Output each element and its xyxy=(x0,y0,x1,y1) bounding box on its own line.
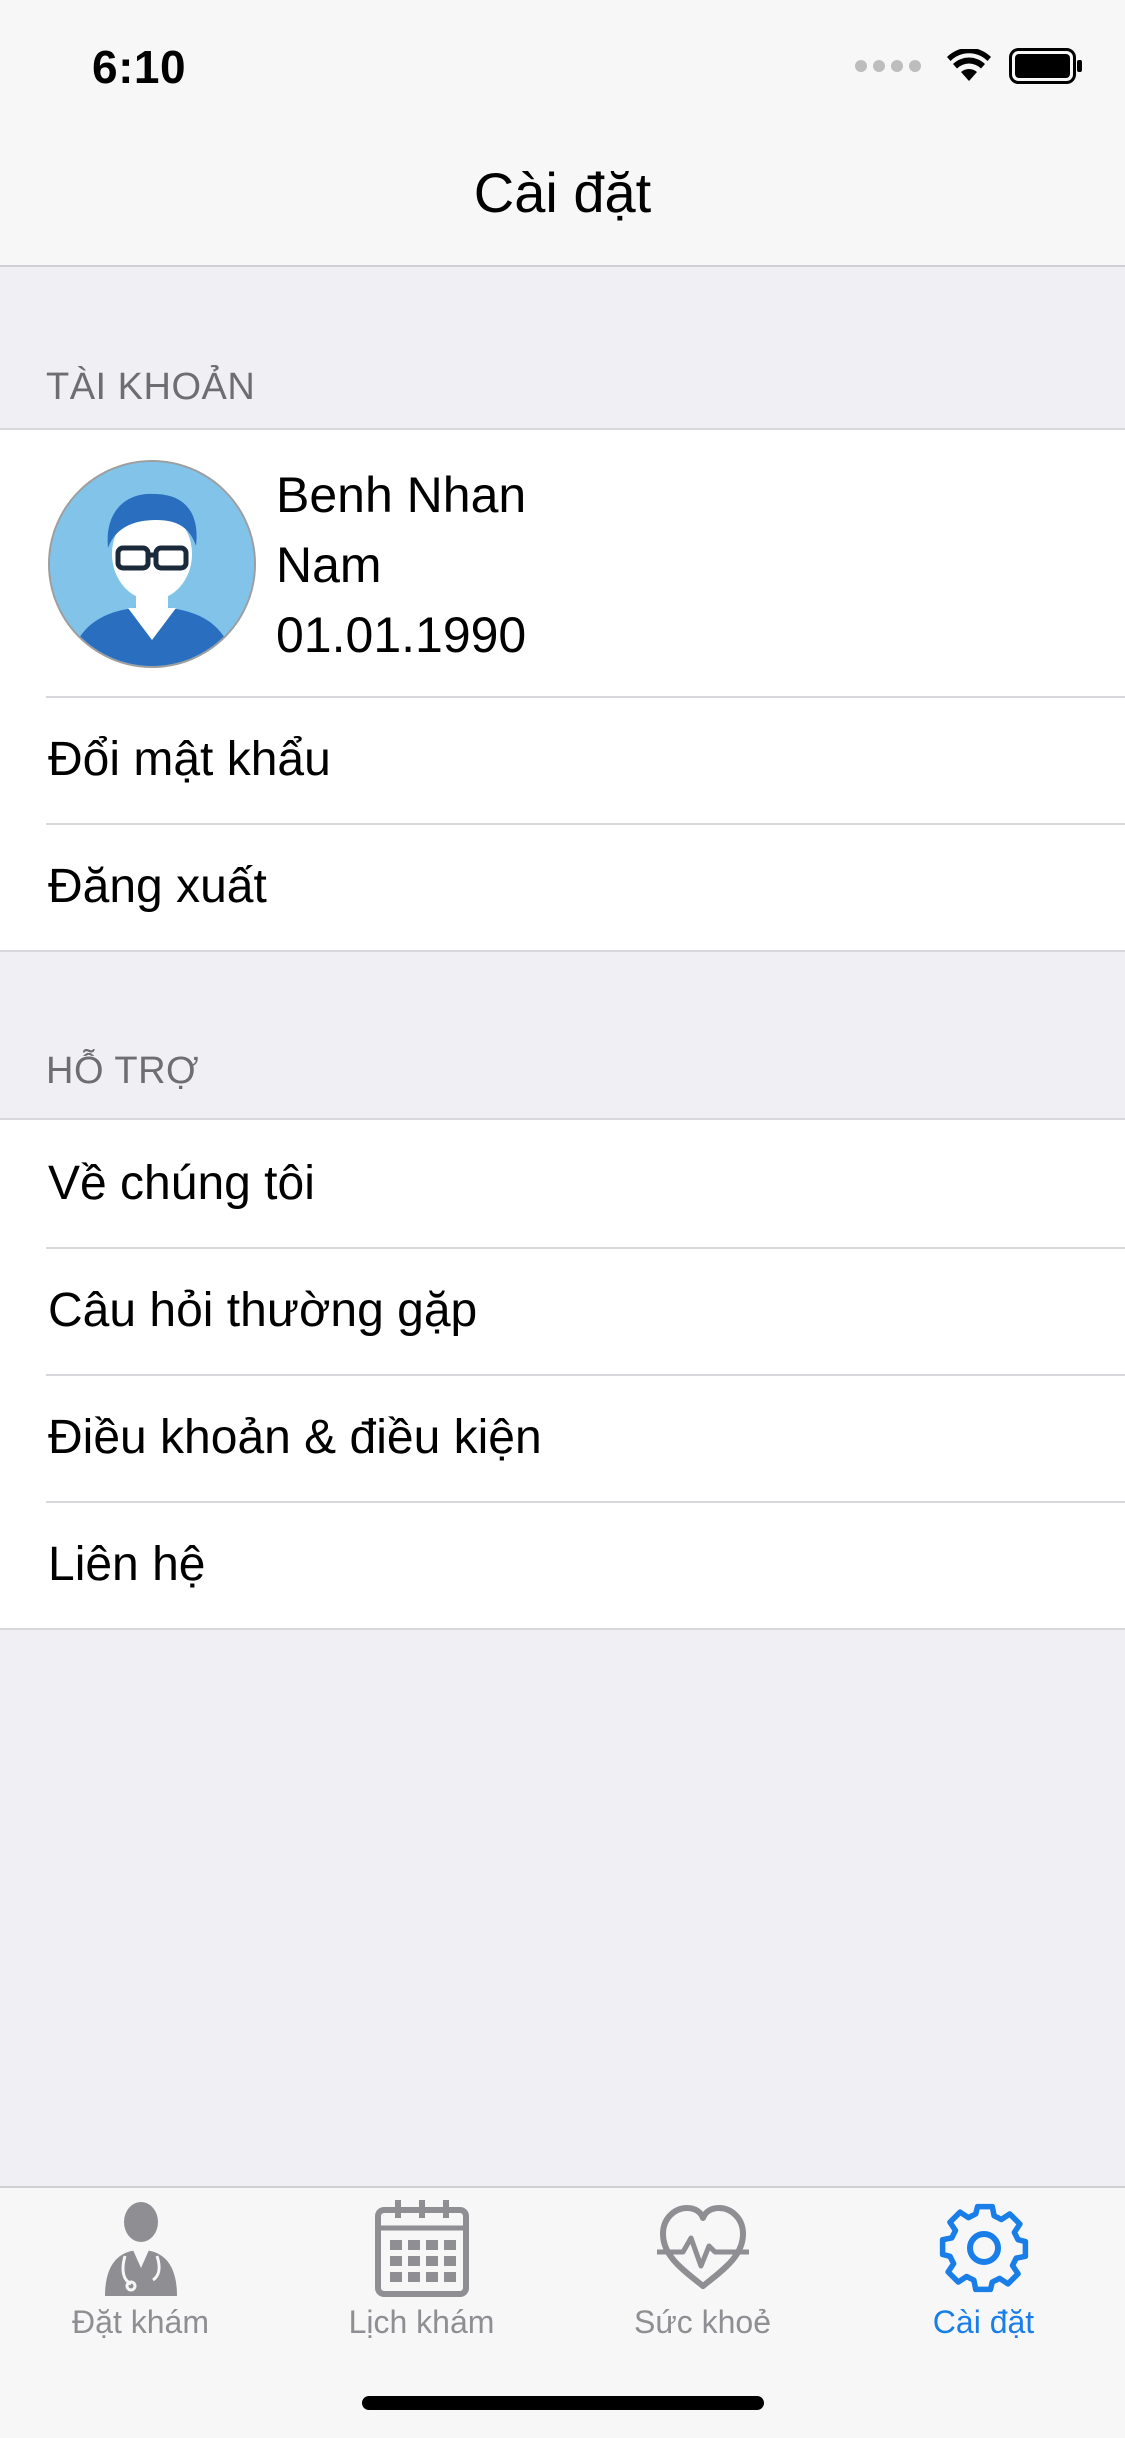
status-icons xyxy=(855,48,1083,84)
profile-info: Benh Nhan Nam 01.01.1990 xyxy=(276,460,526,670)
navigation-bar: 6:10 Cài đặt xyxy=(0,0,1125,267)
logout-label: Đăng xuất xyxy=(48,860,267,913)
tab-label-schedule: Lịch khám xyxy=(348,2304,495,2340)
about-us-label: Về chúng tôi xyxy=(48,1157,315,1210)
tab-label-health: Sức khoẻ xyxy=(633,2304,772,2340)
change-password-row[interactable]: Đổi mật khẩu xyxy=(0,696,1125,823)
account-group: Benh Nhan Nam 01.01.1990 Đổi mật khẩu Đă… xyxy=(0,428,1125,952)
tab-label-book-appointment: Đặt khám xyxy=(72,2304,209,2340)
contact-label: Liên hệ xyxy=(48,1538,206,1591)
battery-icon xyxy=(1009,48,1082,84)
status-time: 6:10 xyxy=(92,41,187,93)
support-group: Về chúng tôi Câu hỏi thường gặp Điều kho… xyxy=(0,1118,1125,1630)
calendar-icon xyxy=(374,2200,469,2297)
contact-row[interactable]: Liên hệ xyxy=(0,1501,1125,1628)
tab-label-settings: Cài đặt xyxy=(932,2304,1035,2340)
home-indicator xyxy=(362,2396,764,2410)
heart-pulse-icon xyxy=(656,2205,749,2289)
profile-dob: 01.01.1990 xyxy=(276,607,527,663)
doctor-icon xyxy=(104,2202,177,2296)
profile-name: Benh Nhan xyxy=(276,467,527,523)
profile-gender: Nam xyxy=(276,537,382,593)
faq-row[interactable]: Câu hỏi thường gặp xyxy=(0,1247,1125,1374)
tab-book-appointment[interactable]: Đặt khám xyxy=(0,2198,281,2368)
tab-health[interactable]: Sức khoẻ xyxy=(562,2198,843,2368)
logout-row[interactable]: Đăng xuất xyxy=(0,823,1125,950)
user-avatar-icon xyxy=(50,462,254,666)
terms-label: Điều khoản & điều kiện xyxy=(48,1411,542,1464)
section-header-account: TÀI KHOẢN xyxy=(46,366,256,408)
faq-label: Câu hỏi thường gặp xyxy=(48,1284,478,1337)
profile-card[interactable]: Benh Nhan Nam 01.01.1990 xyxy=(0,430,1125,696)
terms-row[interactable]: Điều khoản & điều kiện xyxy=(0,1374,1125,1501)
change-password-label: Đổi mật khẩu xyxy=(48,733,331,786)
wifi-icon xyxy=(947,49,991,81)
avatar xyxy=(48,460,256,668)
section-header-support: HỖ TRỢ xyxy=(46,1050,200,1092)
tab-schedule[interactable]: Lịch khám xyxy=(281,2198,562,2368)
tab-settings[interactable]: Cài đặt xyxy=(843,2198,1124,2368)
about-us-row[interactable]: Về chúng tôi xyxy=(0,1120,1125,1247)
gear-icon xyxy=(939,2203,1028,2293)
page-title: Cài đặt xyxy=(473,161,652,224)
cellular-signal-icon xyxy=(855,60,921,72)
